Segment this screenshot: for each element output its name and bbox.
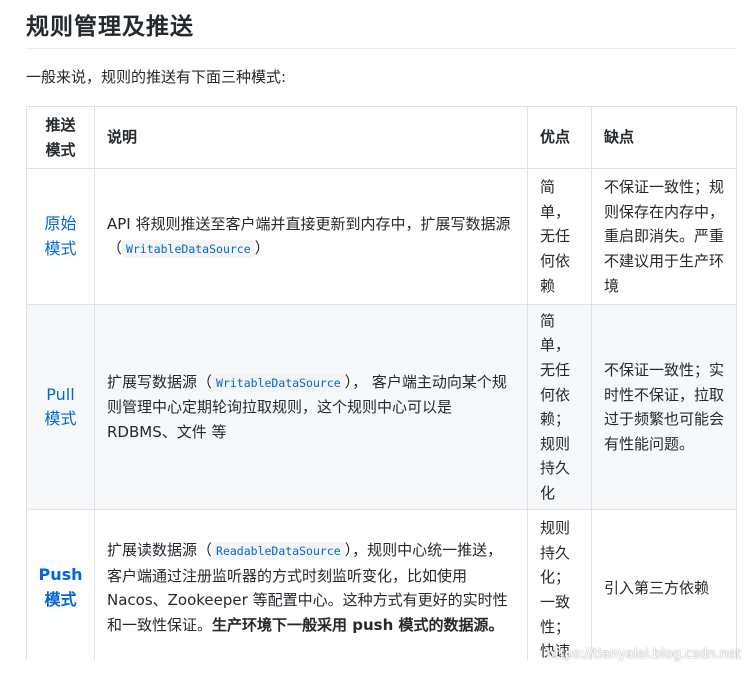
intro-paragraph: 一般来说，规则的推送有下面三种模式: [26, 68, 287, 86]
header-pros: 优点 [527, 105, 592, 170]
table-row: Push 模式 扩展读数据源（ ReadableDataSource ），规则中心统… [26, 509, 737, 667]
watermark-text: https://tianyalei.blog.csdn.net [546, 647, 741, 662]
pros-line: 单， [540, 202, 571, 221]
pros-line: 化 [540, 483, 556, 502]
pros-cell: 规则 持久 化； 一致 性； 快速 [527, 509, 592, 667]
cons-cell: 不保证一致性；规则保存在内存中，重启即消失。严重不建议用于生产环境 [591, 168, 737, 306]
mode-cell-original: 原始 模式 [26, 168, 95, 306]
header-mode: 推送 模式 [26, 105, 95, 170]
description-bold-text: 生产环境下一般采用 push 模式的数据源。 [212, 616, 504, 635]
pros-line: 单， [540, 336, 571, 355]
mode-label-line1: Push [38, 565, 83, 585]
mode-label-line1: 原始 [44, 214, 77, 234]
pros-cell: 简 单， 无任 何依 赖 [527, 168, 592, 306]
pros-line: 赖 [540, 276, 556, 295]
table-row: Pull 模式 扩展写数据源（ WritableDataSource）， 客户端主… [26, 304, 737, 511]
pros-line: 持久 [540, 459, 571, 478]
pros-line: 赖； [540, 410, 571, 429]
page-cutoff [26, 660, 738, 674]
pros-line: 持久 [540, 543, 571, 562]
mode-label-line1: Pull [46, 384, 75, 404]
header-mode-line2: 模式 [45, 140, 76, 159]
table-row: 原始 模式 API 将规则推送至客户端并直接更新到内存中，扩展写数据源（ Writ… [26, 168, 737, 306]
header-description: 说明 [94, 105, 528, 170]
header-mode-line1: 推送 [45, 116, 76, 134]
pros-line: 简 [540, 178, 556, 197]
inline-code: WritableDataSource [122, 240, 255, 259]
page-title: 规则管理及推送 [26, 14, 194, 40]
cons-cell: 不保证一致性；实时性不保证，拉取过于频繁也可能会有性能问题。 [591, 304, 737, 511]
inline-code: WritableDataSource [212, 373, 345, 392]
pros-line: 规则 [540, 519, 571, 538]
mode-cell-push: Push 模式 [26, 509, 95, 667]
pros-line: 无任 [540, 360, 571, 379]
pros-line: 性； [540, 617, 571, 636]
mode-label-line2: 模式 [44, 409, 77, 429]
description-text-tail: ） [254, 239, 270, 258]
mode-cell-pull: Pull 模式 [26, 304, 95, 511]
mode-label-line2: 模式 [44, 589, 77, 609]
pros-line: 何依 [540, 251, 571, 270]
title-divider [26, 48, 736, 49]
pros-line: 何依 [540, 385, 571, 404]
description-cell: 扩展读数据源（ ReadableDataSource ），规则中心统一推送，客户端通… [94, 509, 528, 667]
pros-line: 无任 [540, 227, 571, 246]
description-text: 扩展写数据源（ [107, 372, 213, 391]
header-cons: 缺点 [591, 105, 737, 170]
cons-cell: 引入第三方依赖 [591, 509, 737, 667]
pros-line: 一致 [540, 592, 571, 611]
mode-label-line2: 模式 [44, 238, 77, 258]
push-modes-table: 推送 模式 说明 优点 缺点 原始 模式 API 将规则推送至客户端并直接更新到… [26, 105, 737, 667]
pros-line: 规则 [540, 434, 571, 453]
description-cell: 扩展写数据源（ WritableDataSource）， 客户端主动向某个规则管理… [94, 304, 528, 511]
table-header-row: 推送 模式 说明 优点 缺点 [26, 105, 737, 170]
pros-line: 简 [540, 311, 556, 330]
pros-line: 化； [540, 568, 571, 587]
description-cell: API 将规则推送至客户端并直接更新到内存中，扩展写数据源（ WritableDa… [94, 168, 528, 306]
inline-code: ReadableDataSource [212, 542, 345, 561]
description-text: 扩展读数据源（ [107, 541, 213, 560]
pros-cell: 简 单， 无任 何依 赖； 规则 持久 化 [527, 304, 592, 511]
